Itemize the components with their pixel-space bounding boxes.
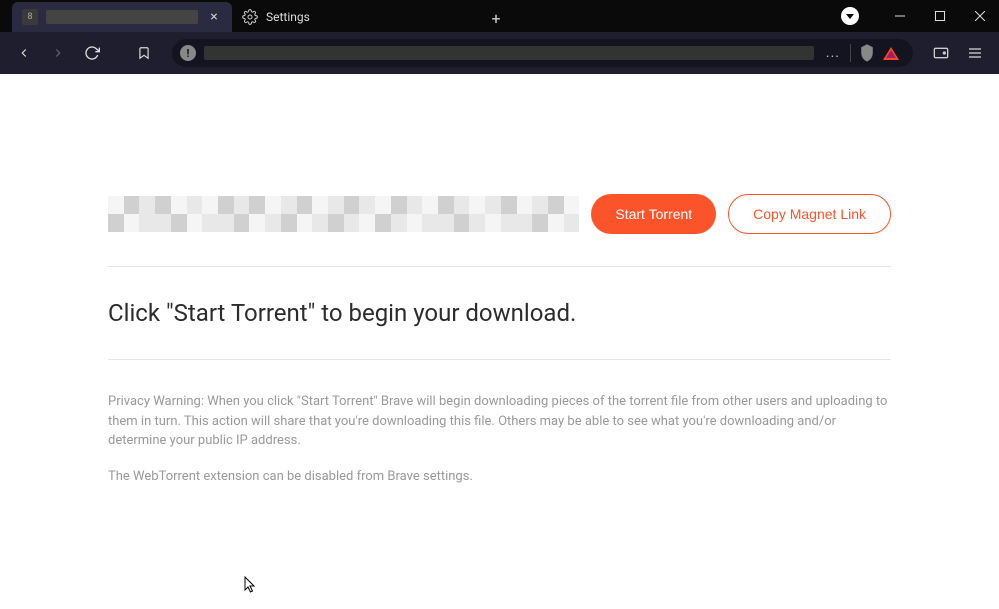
torrent-title-redacted: [108, 196, 579, 232]
titlebar: 8 × Settings +: [0, 0, 999, 32]
urlbar-divider: [850, 44, 851, 62]
tab-torrent[interactable]: 8 ×: [12, 2, 232, 32]
gear-icon: [242, 9, 258, 25]
tab-settings-label: Settings: [266, 10, 310, 24]
start-torrent-button[interactable]: Start Torrent: [591, 194, 716, 234]
mouse-cursor-icon: [244, 576, 258, 598]
address-bar[interactable]: ! ...: [172, 39, 913, 67]
brave-rewards-icon[interactable]: [883, 47, 899, 60]
hamburger-menu-icon[interactable]: [961, 39, 989, 67]
new-tab-button[interactable]: +: [482, 4, 510, 32]
close-window-button[interactable]: [961, 0, 999, 32]
divider: [108, 359, 891, 360]
url-overflow-indicator: ...: [822, 45, 844, 61]
tab-settings[interactable]: Settings: [232, 2, 482, 32]
reload-button[interactable]: [78, 39, 106, 67]
copy-magnet-link-button[interactable]: Copy Magnet Link: [728, 194, 891, 234]
titlebar-right: [841, 0, 999, 32]
divider: [108, 266, 891, 267]
forward-button[interactable]: [44, 39, 72, 67]
tab-title-redacted: [46, 10, 198, 24]
minimize-button[interactable]: [881, 0, 919, 32]
back-button[interactable]: [10, 39, 38, 67]
url-redacted: [204, 46, 814, 60]
page-content: Start Torrent Copy Magnet Link Click "St…: [0, 74, 999, 484]
tab-favicon-badge: 8: [22, 9, 38, 25]
close-tab-icon[interactable]: ×: [206, 9, 222, 25]
bookmark-button[interactable]: [130, 39, 158, 67]
site-info-icon[interactable]: !: [180, 45, 196, 61]
header-row: Start Torrent Copy Magnet Link: [108, 194, 891, 234]
maximize-button[interactable]: [921, 0, 959, 32]
profile-menu-icon[interactable]: [841, 7, 859, 25]
disable-note-text: The WebTorrent extension can be disabled…: [108, 469, 891, 484]
wallet-icon[interactable]: [927, 39, 955, 67]
privacy-warning-text: Privacy Warning: When you click "Start T…: [108, 392, 891, 451]
toolbar: ! ...: [0, 32, 999, 74]
instruction-text: Click "Start Torrent" to begin your down…: [108, 299, 891, 327]
brave-shields-icon[interactable]: [857, 43, 877, 63]
